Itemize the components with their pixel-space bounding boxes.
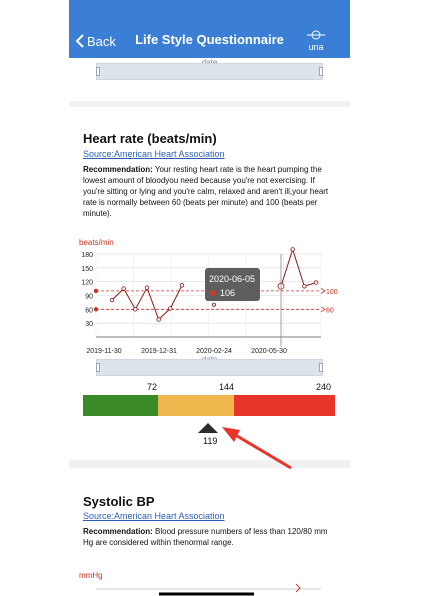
chart-date-range-slider[interactable] [96, 359, 323, 376]
systolic-bp-recommendation: Recommendation: Blood pressure numbers o… [83, 526, 333, 548]
scale-tick-72: 72 [147, 382, 158, 392]
data-point [109, 297, 115, 303]
tooltip-date: 2020-06-05 [209, 274, 255, 284]
scale-tick-240: 240 [316, 382, 332, 392]
slider-handle-start[interactable] [96, 67, 100, 76]
threshold-label: 60 [326, 307, 334, 314]
bp-arrow-icon [295, 583, 301, 593]
threshold-marker [93, 307, 99, 312]
series-line [111, 285, 183, 321]
threshold-arrow-icon [320, 306, 326, 313]
scale-high-segment [234, 395, 335, 416]
previous-chart-card: date [69, 58, 350, 101]
systolic-bp-source-link[interactable]: Source:American Heart Association [83, 511, 225, 521]
scale-pointer-icon [198, 423, 218, 433]
y-tick-label: 120 [81, 280, 93, 287]
phone-screen: Back Life Style Questionnaire una date H… [69, 0, 350, 596]
x-tick-label: 2019-12-31 [141, 348, 177, 355]
current-heart-rate-value: 119 [203, 436, 218, 446]
data-point [121, 286, 126, 291]
heart-rate-chart[interactable]: 100 60 180 150 120 90 60 30 2019-11-30 2019-12-… [69, 107, 350, 377]
y-tick-label: 60 [85, 307, 93, 314]
heart-rate-scale-bar [83, 395, 335, 416]
scale-mid-segment [158, 395, 234, 416]
heart-rate-card: Heart rate (beats/min) Source:American H… [69, 107, 350, 460]
language-toggle[interactable]: una [306, 30, 326, 52]
language-label: una [308, 42, 324, 52]
y-tick-label: 90 [85, 294, 93, 301]
scale-low-segment [83, 395, 158, 416]
x-tick-label: 2019-11-30 [86, 348, 121, 355]
chart-y-ticks: 180 150 120 90 60 30 [81, 252, 93, 328]
data-point [302, 284, 307, 289]
systolic-bp-title: Systolic BP [83, 494, 155, 509]
threshold-marker [93, 288, 99, 294]
data-point [290, 247, 295, 252]
right-margin [350, 0, 432, 596]
bp-recommendation-label: Recommendation: [83, 527, 153, 536]
tooltip-value: 106 [220, 288, 235, 298]
bp-y-axis-unit: mmHg [79, 571, 103, 580]
y-tick-label: 180 [81, 252, 93, 259]
data-point [168, 306, 173, 311]
chart-slider-handle-start[interactable] [96, 363, 100, 372]
scale-tick-144: 144 [219, 382, 235, 392]
x-tick-label: 2020-02-24 [196, 348, 232, 355]
y-tick-label: 30 [85, 321, 93, 328]
tooltip-marker [210, 290, 216, 296]
systolic-bp-card: Systolic BP Source:American Heart Associ… [69, 468, 350, 596]
chart-slider-handle-end[interactable] [319, 363, 323, 372]
data-point [156, 317, 161, 322]
data-point [211, 302, 216, 307]
data-point [179, 283, 185, 288]
app-bar: Back Life Style Questionnaire una [69, 0, 350, 58]
threshold-arrow-icon [320, 288, 326, 294]
date-range-slider[interactable] [96, 63, 323, 80]
translate-icon [307, 30, 325, 40]
data-point [133, 307, 138, 312]
chart-x-ticks: 2019-11-30 2019-12-31 2020-02-24 2020-05-30 [86, 348, 287, 355]
data-point [313, 280, 319, 285]
x-tick-label: 2020-05-30 [251, 348, 287, 355]
threshold-label: 100 [326, 289, 338, 296]
left-margin [0, 0, 69, 596]
slider-handle-end[interactable] [319, 67, 323, 76]
data-point [144, 285, 150, 290]
tooltip: 2020-06-05 106 [205, 268, 260, 301]
bp-chart-top [96, 583, 321, 596]
y-tick-label: 150 [81, 266, 93, 273]
